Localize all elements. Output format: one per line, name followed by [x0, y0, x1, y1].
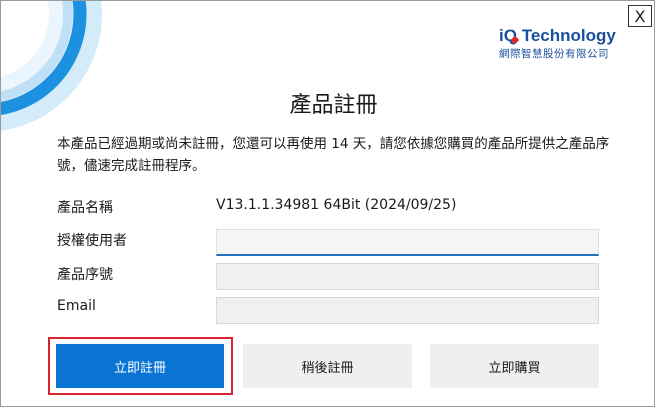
serial-number-input[interactable]	[216, 263, 599, 290]
logo-brand-rest: Technology	[516, 26, 616, 45]
licensed-user-label: 授權使用者	[57, 233, 127, 249]
logo-brand-q: Q	[504, 26, 519, 45]
dialog-title: 產品註冊	[289, 93, 378, 118]
licensed-user-input[interactable]	[216, 229, 599, 256]
email-input[interactable]	[216, 297, 599, 324]
register-later-button[interactable]: 稍後註冊	[243, 344, 412, 388]
buy-now-button[interactable]: 立即購買	[430, 344, 599, 388]
registration-description: 本產品已經過期或尚未註冊，您還可以再使用 14 天，請您依據您購買的產品所提供之…	[57, 136, 610, 174]
registration-dialog: X iQ Technology 網際智慧股份有限公司 產品註冊 本產品已經過期或…	[0, 0, 655, 407]
product-name-label: 產品名稱	[57, 200, 113, 216]
register-now-button[interactable]: 立即註冊	[56, 344, 224, 388]
logo-company-name: 網際智慧股份有限公司	[499, 48, 609, 60]
serial-number-label: 產品序號	[57, 267, 113, 283]
logo-brand: iQ Technology	[499, 27, 629, 45]
company-logo: iQ Technology 網際智慧股份有限公司	[499, 27, 629, 67]
product-name-value: V13.1.1.34981 64Bit (2024/09/25)	[216, 197, 457, 213]
close-button[interactable]: X	[628, 5, 652, 27]
email-label: Email	[57, 298, 96, 314]
